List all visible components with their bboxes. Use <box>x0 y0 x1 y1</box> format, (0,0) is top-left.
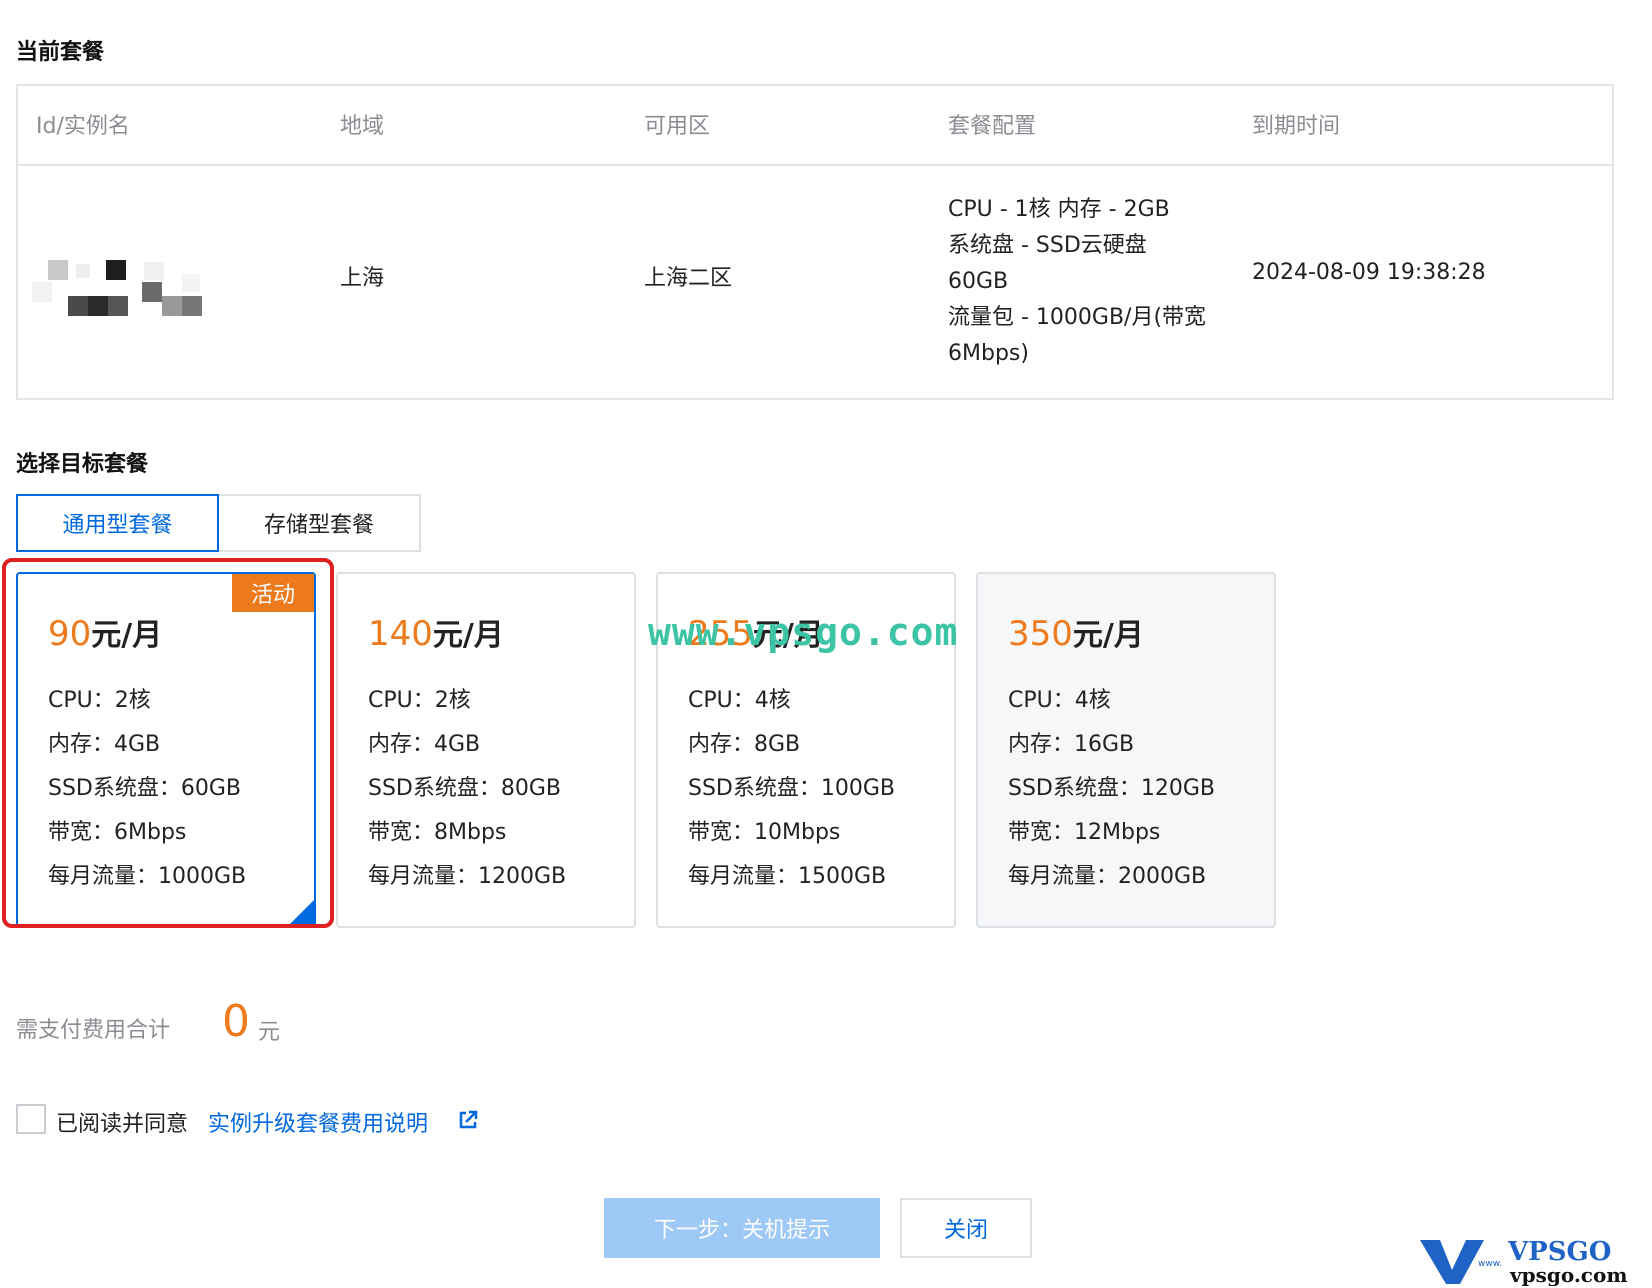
plan-card-140[interactable]: 140元/月 CPU：2核 内存：4GB SSD系统盘：80GB 带宽：8Mbp… <box>336 572 636 928</box>
plan-card-90[interactable]: 活动 90元/月 CPU：2核 内存：4GB SSD系统盘：60GB 带宽：6M… <box>16 572 316 928</box>
agree-text: 已阅读并同意 <box>56 1112 189 1137</box>
logo-small-text: www. <box>1478 1259 1502 1269</box>
spec-memory: 内存：16GB <box>1008 732 1135 757</box>
spec-cpu: CPU：2核 <box>368 688 471 713</box>
fee-terms-link[interactable]: 实例升级套餐费用说明 <box>208 1106 428 1138</box>
spec-traffic: 每月流量：1000GB <box>48 864 247 889</box>
external-link-icon[interactable] <box>458 1110 478 1130</box>
spec-cpu: CPU：4核 <box>688 688 791 713</box>
price-number: 90 <box>48 614 92 654</box>
tab-general-plan[interactable]: 通用型套餐 <box>16 494 219 552</box>
total-amount: 0 <box>222 996 250 1047</box>
spec-disk: SSD系统盘：80GB <box>368 776 562 801</box>
price-unit: 元/月 <box>432 618 504 653</box>
logo-domain-text: vpsgo.com <box>1509 1263 1627 1286</box>
table-header: Id/实例名 地域 可用区 套餐配置 到期时间 <box>18 86 1612 166</box>
current-plan-table: Id/实例名 地域 可用区 套餐配置 到期时间 上海 上海二区 CPU - 1核… <box>16 84 1614 400</box>
next-step-button[interactable]: 下一步：关机提示 <box>604 1198 880 1258</box>
column-header-expire: 到期时间 <box>1252 114 1341 139</box>
config-line: 系统盘 - SSD云硬盘 <box>948 233 1147 258</box>
total-label: 需支付费用合计 <box>16 1018 171 1043</box>
promo-badge: 活动 <box>232 574 314 612</box>
spec-bandwidth: 带宽：12Mbps <box>1008 820 1161 845</box>
config-value: CPU - 1核 内存 - 2GB 系统盘 - SSD云硬盘 60GB 流量包 … <box>948 192 1206 372</box>
vpsgo-logo-icon: VPSGO www. vpsgo.com <box>1420 1237 1627 1286</box>
column-header-id: Id/实例名 <box>36 114 130 139</box>
region-value: 上海 <box>340 266 385 291</box>
spec-memory: 内存：4GB <box>368 732 481 757</box>
agree-checkbox[interactable] <box>16 1104 46 1134</box>
spec-memory: 内存：4GB <box>48 732 161 757</box>
spec-traffic: 每月流量：1200GB <box>368 864 567 889</box>
spec-disk: SSD系统盘：60GB <box>48 776 242 801</box>
plan-price: 140元/月 <box>368 610 504 654</box>
price-number: 350 <box>1008 614 1073 654</box>
selected-check-icon <box>288 900 314 926</box>
redacted-instance-name <box>32 246 222 326</box>
close-button[interactable]: 关闭 <box>900 1198 1032 1258</box>
spec-cpu: CPU：2核 <box>48 688 151 713</box>
zone-value: 上海二区 <box>644 266 733 291</box>
expire-value: 2024-08-09 19:38:28 <box>1252 260 1486 285</box>
plan-price: 350元/月 <box>1008 610 1144 654</box>
config-line: 流量包 - 1000GB/月(带宽 <box>948 305 1207 330</box>
price-unit: 元/月 <box>91 618 163 653</box>
spec-cpu: CPU：4核 <box>1008 688 1111 713</box>
spec-memory: 内存：8GB <box>688 732 801 757</box>
config-line: 60GB <box>948 269 1009 294</box>
spec-bandwidth: 带宽：6Mbps <box>48 820 187 845</box>
plan-card-350[interactable]: 350元/月 CPU：4核 内存：16GB SSD系统盘：120GB 带宽：12… <box>976 572 1276 928</box>
spec-traffic: 每月流量：2000GB <box>1008 864 1207 889</box>
price-unit: 元/月 <box>1072 618 1144 653</box>
total-unit: 元 <box>258 1020 281 1045</box>
target-plan-title: 选择目标套餐 <box>16 452 149 477</box>
watermark-text: www.vpsgo.com <box>648 610 959 654</box>
config-line: 6Mbps) <box>948 341 1029 366</box>
current-plan-title: 当前套餐 <box>16 40 105 65</box>
tab-storage-plan[interactable]: 存储型套餐 <box>217 494 421 552</box>
spec-disk: SSD系统盘：100GB <box>688 776 896 801</box>
spec-bandwidth: 带宽：10Mbps <box>688 820 841 845</box>
plan-price: 90元/月 <box>48 610 162 654</box>
spec-disk: SSD系统盘：120GB <box>1008 776 1216 801</box>
config-line: CPU - 1核 内存 - 2GB <box>948 197 1170 222</box>
spec-bandwidth: 带宽：8Mbps <box>368 820 507 845</box>
column-header-region: 地域 <box>340 114 385 139</box>
price-number: 140 <box>368 614 433 654</box>
column-header-zone: 可用区 <box>644 114 711 139</box>
spec-traffic: 每月流量：1500GB <box>688 864 887 889</box>
column-header-config: 套餐配置 <box>948 114 1037 139</box>
